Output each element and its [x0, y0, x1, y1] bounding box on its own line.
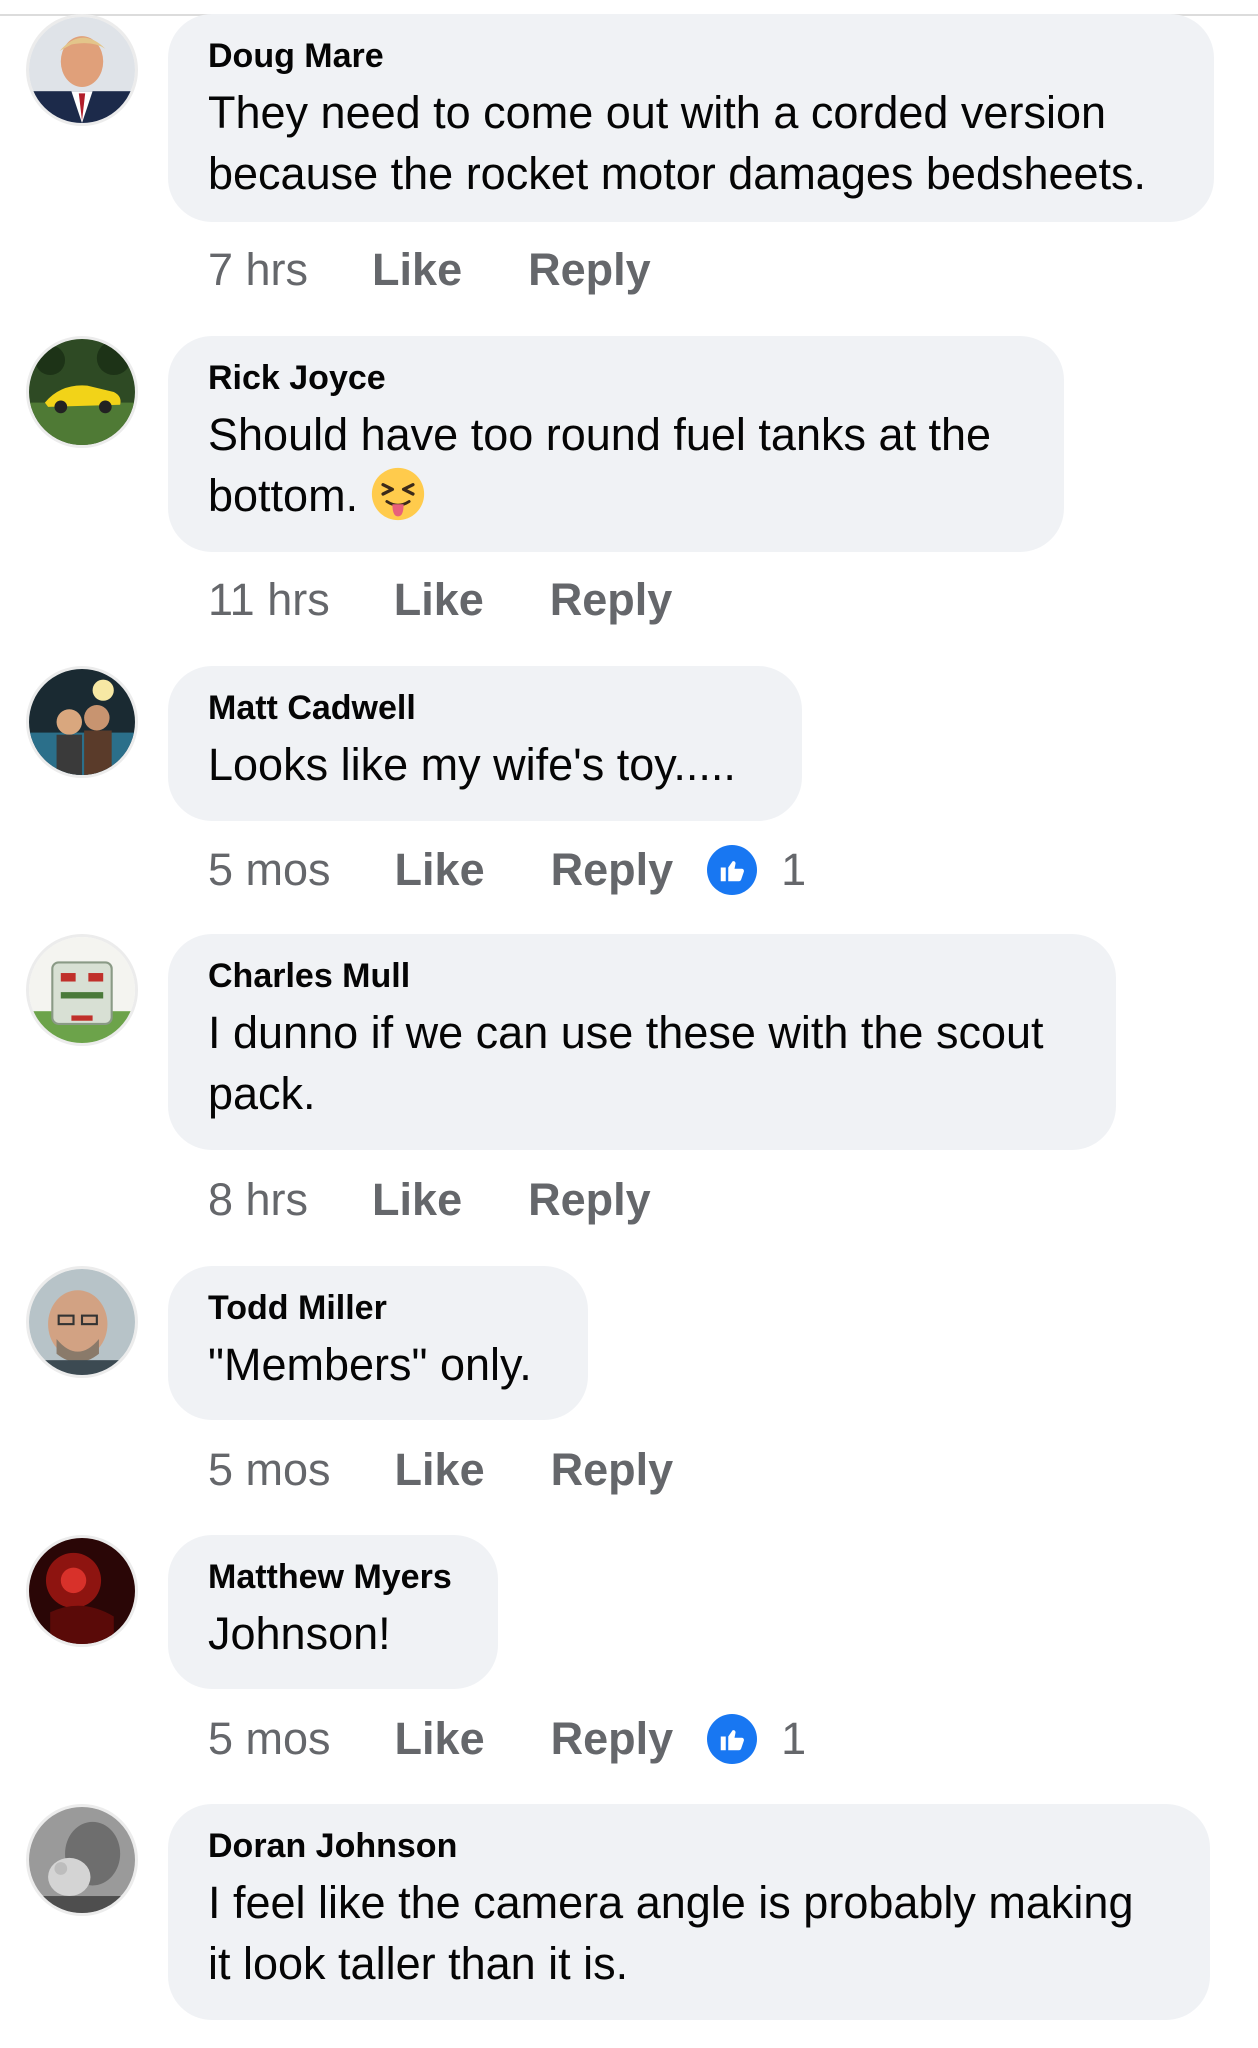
comment-text: Should have too round fuel tanks at the …	[208, 404, 1024, 526]
comment-timestamp[interactable]: 5 mos	[208, 1713, 331, 1765]
comment-text: Johnson!	[208, 1603, 458, 1664]
comment-bubble: Matt Cadwell Looks like my wife's toy...…	[168, 666, 802, 821]
comment-author[interactable]: Matt Cadwell	[208, 688, 762, 728]
comment-author[interactable]: Charles Mull	[208, 956, 1076, 996]
reaction-summary[interactable]: 1	[707, 1713, 806, 1765]
like-button[interactable]: Like	[395, 844, 485, 896]
avatar-image	[29, 937, 135, 1043]
comment-author[interactable]: Todd Miller	[208, 1288, 548, 1328]
comment-actions: 5 mos Like Reply	[208, 1440, 707, 1500]
reply-button[interactable]: Reply	[551, 1444, 674, 1496]
reaction-count: 1	[781, 1713, 807, 1764]
comment-text-line: pack.	[208, 1068, 316, 1119]
avatar-image	[29, 1807, 135, 1913]
comment-text: They need to come out with a corded vers…	[208, 82, 1174, 204]
reply-button[interactable]: Reply	[528, 244, 651, 296]
comment-text-segment: bottom.	[208, 470, 359, 521]
comment-timestamp[interactable]: 7 hrs	[208, 244, 308, 296]
avatar[interactable]	[26, 1535, 138, 1647]
avatar-image	[29, 1269, 135, 1375]
like-button[interactable]: Like	[372, 1174, 462, 1226]
comment-bubble: Rick Joyce Should have too round fuel ta…	[168, 336, 1064, 552]
reply-button[interactable]: Reply	[551, 844, 674, 896]
comment-bubble: Todd Miller "Members" only.	[168, 1266, 588, 1420]
reply-button[interactable]: Reply	[551, 1713, 674, 1765]
comment-timestamp[interactable]: 8 hrs	[208, 1174, 308, 1226]
comment-text-line: I dunno if we can use these with the sco…	[208, 1007, 1044, 1058]
comment-timestamp[interactable]: 5 mos	[208, 844, 331, 896]
like-thumbs-up-icon	[707, 845, 758, 895]
comment-author[interactable]: Doran Johnson	[208, 1826, 1170, 1866]
comment-bubble: Charles Mull I dunno if we can use these…	[168, 934, 1116, 1150]
comment-actions: 11 hrs Like Reply	[208, 570, 706, 630]
comment-author[interactable]: Doug Mare	[208, 36, 1174, 76]
avatar[interactable]	[26, 1804, 138, 1916]
avatar[interactable]	[26, 14, 138, 126]
comment-text: I feel like the camera angle is probably…	[208, 1872, 1170, 1994]
avatar-image	[29, 1538, 135, 1644]
comment-text-line: I feel like the camera angle is probably…	[208, 1877, 1134, 1928]
reply-button[interactable]: Reply	[528, 1174, 651, 1226]
comment-text-line: "Members" only.	[208, 1339, 532, 1390]
comment-author[interactable]: Rick Joyce	[208, 358, 1024, 398]
comment-actions: 5 mos Like Reply 1	[208, 1709, 806, 1769]
comment-text-line: Should have too round fuel tanks at the	[208, 409, 992, 460]
like-button[interactable]: Like	[395, 1444, 485, 1496]
comment-text: I dunno if we can use these with the sco…	[208, 1002, 1076, 1124]
reaction-count: 1	[781, 844, 807, 895]
squinting-face-with-tongue-icon	[371, 467, 425, 521]
avatar[interactable]	[26, 666, 138, 778]
comment-timestamp[interactable]: 5 mos	[208, 1444, 331, 1496]
like-button[interactable]: Like	[394, 574, 484, 626]
avatar[interactable]	[26, 934, 138, 1046]
comment-text: "Members" only.	[208, 1334, 548, 1395]
comment-actions: 8 hrs Like Reply	[208, 1170, 685, 1230]
comment-author[interactable]: Matthew Myers	[208, 1557, 458, 1597]
comment-actions: 5 mos Like Reply 1	[208, 840, 806, 900]
avatar-image	[29, 669, 135, 775]
reaction-summary[interactable]: 1	[707, 844, 806, 896]
comment-actions: 7 hrs Like Reply	[208, 240, 685, 300]
comment-bubble: Doug Mare They need to come out with a c…	[168, 14, 1214, 222]
comment-text-line: because the rocket motor damages bedshee…	[208, 148, 1147, 199]
like-button[interactable]: Like	[372, 244, 462, 296]
like-button[interactable]: Like	[395, 1713, 485, 1765]
avatar[interactable]	[26, 336, 138, 448]
avatar-image	[29, 339, 135, 445]
comment-text-line: it look taller than it is.	[208, 1938, 629, 1989]
comment-text: Looks like my wife's toy.....	[208, 734, 762, 795]
avatar-image	[29, 17, 135, 123]
comment-text-line: Looks like my wife's toy.....	[208, 739, 736, 790]
comment-bubble: Doran Johnson I feel like the camera ang…	[168, 1804, 1210, 2020]
comment-text-line: Johnson!	[208, 1608, 391, 1659]
comment-bubble: Matthew Myers Johnson!	[168, 1535, 498, 1689]
comment-text-line: bottom.	[208, 465, 1024, 526]
comment-timestamp[interactable]: 11 hrs	[208, 574, 330, 626]
avatar[interactable]	[26, 1266, 138, 1378]
like-thumbs-up-icon	[707, 1714, 758, 1764]
comment-text-line: They need to come out with a corded vers…	[208, 87, 1107, 138]
reply-button[interactable]: Reply	[550, 574, 673, 626]
